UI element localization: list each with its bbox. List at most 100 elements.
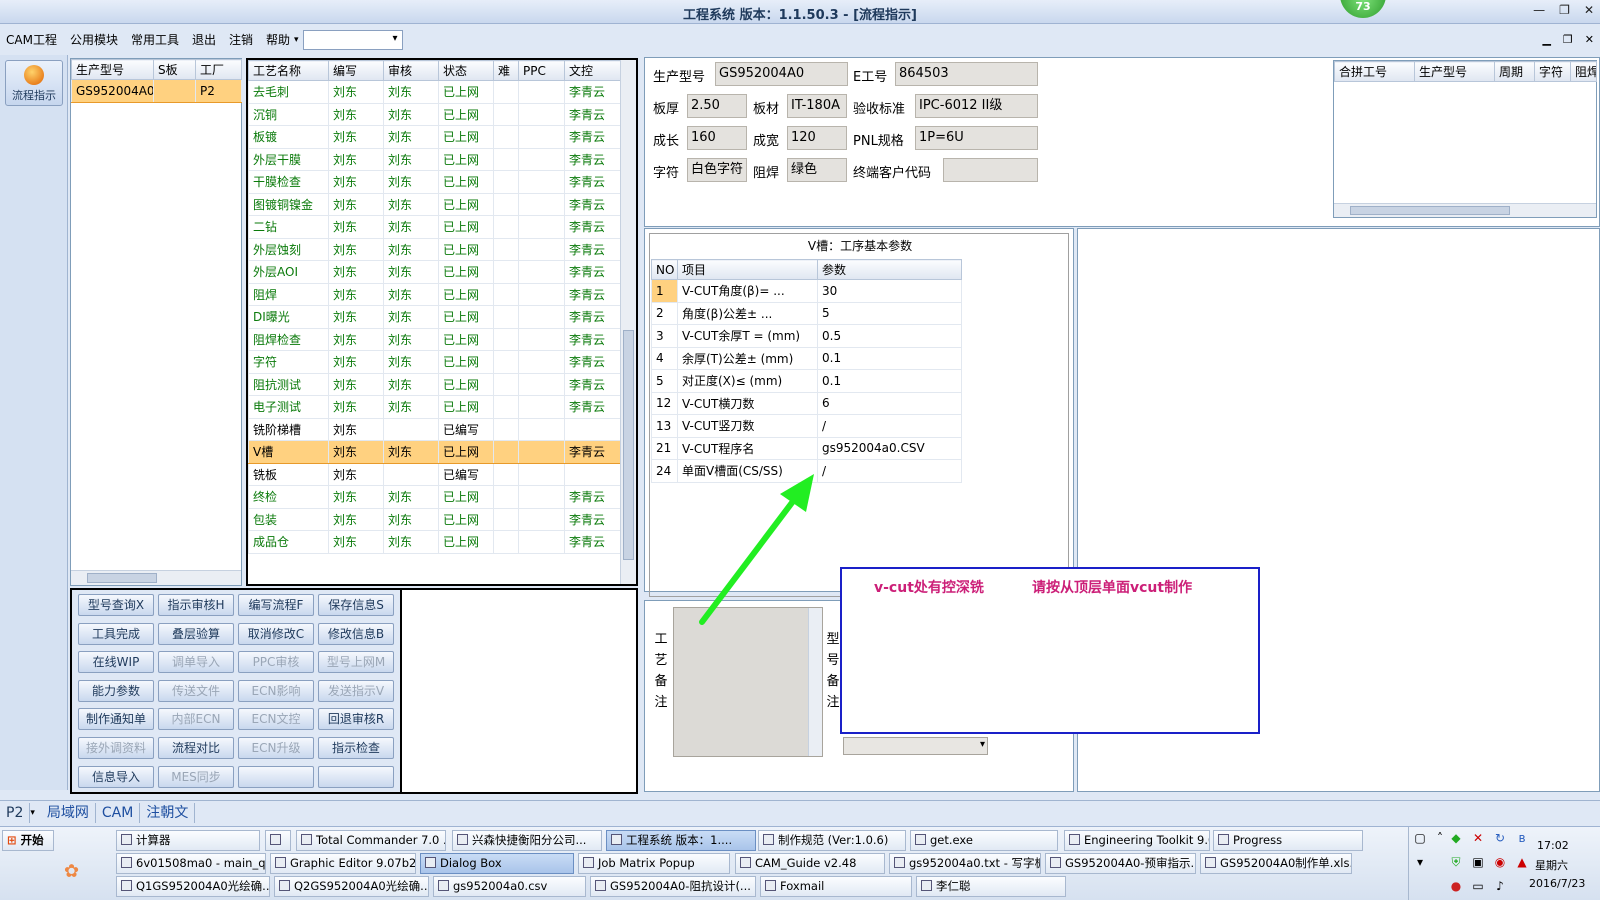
table-row[interactable]: 12 V-CUT横刀数 6 <box>651 391 962 415</box>
column-header[interactable]: 周期 <box>1494 61 1535 82</box>
clock-time[interactable]: 17:02 <box>1537 839 1569 852</box>
action-button[interactable]: MES同步 <box>158 765 234 788</box>
action-button[interactable]: 编写流程F <box>238 594 314 616</box>
chevron-down-icon[interactable]: ▾ <box>980 739 985 750</box>
column-header[interactable]: 状态 <box>438 60 494 81</box>
column-header[interactable]: 工艺名称 <box>248 60 329 81</box>
mdi-restore-icon[interactable]: ❐ <box>1563 33 1573 46</box>
column-header[interactable]: PPC <box>518 60 565 81</box>
action-button[interactable]: 修改信息B <box>318 622 394 645</box>
action-button[interactable]: 指示审核H <box>158 594 234 616</box>
taskbar-button[interactable] <box>265 830 291 851</box>
table-row[interactable]: 板镀 刘东 刘东 已上网 李青云 <box>248 125 621 149</box>
menu-help[interactable]: 帮助 <box>266 31 290 48</box>
tab-cam[interactable]: CAM <box>96 802 141 823</box>
taskbar-button[interactable]: Total Commander 7.0 ... <box>296 830 446 851</box>
table-row[interactable]: 终检 刘东 刘东 已上网 李青云 <box>248 485 621 509</box>
action-button[interactable]: 叠层验算 <box>158 622 234 645</box>
menu-logout[interactable]: 注销 <box>229 31 253 48</box>
taskbar-button[interactable]: Engineering Toolkit 9.0... <box>1064 830 1210 851</box>
table-row[interactable]: 外层AOI 刘东 刘东 已上网 李青云 <box>248 260 621 284</box>
action-button[interactable]: 在线WIP <box>78 651 154 674</box>
bluetooth-icon[interactable]: ʙ <box>1515 831 1529 845</box>
menu-exit[interactable]: 退出 <box>192 31 216 48</box>
maximize-icon[interactable]: ❐ <box>1559 3 1570 17</box>
menu-cam[interactable]: CAM工程 <box>6 31 57 48</box>
action-button[interactable]: 型号查询X <box>78 594 154 616</box>
action-button[interactable]: 制作通知单 <box>78 708 154 731</box>
process-grid-vscroll[interactable] <box>620 60 636 584</box>
table-row[interactable]: 去毛刺 刘东 刘东 已上网 李青云 <box>248 80 621 104</box>
column-header[interactable]: 审核 <box>383 60 439 81</box>
taskbar-button[interactable]: 工程系统 版本：1.... <box>606 830 756 851</box>
table-row[interactable]: 包装 刘东 刘东 已上网 李青云 <box>248 507 621 531</box>
model-remarks-combo[interactable]: ▾ <box>843 737 988 755</box>
action-button[interactable]: 接外调资料 <box>78 737 154 759</box>
model-grid-hscroll[interactable] <box>71 570 241 585</box>
e-number-field[interactable]: 864503 <box>895 62 1038 86</box>
taskbar-button[interactable]: Graphic Editor 9.07b2 (... <box>270 853 416 874</box>
material-field[interactable]: IT-180A <box>787 94 847 118</box>
taskbar-button[interactable]: get.exe <box>910 830 1058 851</box>
column-header[interactable]: 生产型号 <box>71 59 154 80</box>
column-header[interactable]: 阻焊 <box>1570 61 1597 82</box>
tray-app4-icon[interactable]: ● <box>1449 879 1463 893</box>
table-row[interactable]: 3 V-CUT余厚T = (mm) 0.5 <box>651 324 962 348</box>
action-button[interactable]: ECN影响 <box>238 679 314 702</box>
taskbar-button[interactable]: GS952004A0制作单.xls... <box>1200 853 1352 874</box>
column-header[interactable]: 难 <box>493 60 519 81</box>
table-row[interactable]: V槽 刘东 刘东 已上网 李青云 <box>248 440 621 464</box>
width-field[interactable]: 120 <box>787 126 847 150</box>
combine-grid-hscroll[interactable] <box>1334 203 1596 217</box>
quick-launch-icon[interactable]: ✿ <box>64 861 86 883</box>
scroll-thumb[interactable] <box>623 330 634 560</box>
taskbar-button[interactable]: gs952004a0.csv <box>433 876 586 897</box>
column-header[interactable]: S板 <box>153 59 196 80</box>
table-row[interactable]: 铣阶梯槽 刘东 已编写 <box>248 417 621 441</box>
tray-expand-icon[interactable]: ▾ <box>1413 855 1427 869</box>
table-row[interactable]: 二钻 刘东 刘东 已上网 李青云 <box>248 215 621 239</box>
action-button[interactable]: 工具完成 <box>78 622 154 645</box>
action-button[interactable]: 取消修改C <box>238 622 314 645</box>
taskbar-button[interactable]: Foxmail <box>760 876 912 897</box>
tray-close-icon[interactable]: ✕ <box>1471 831 1485 845</box>
action-button[interactable]: ECN文控 <box>238 708 314 731</box>
mask-field[interactable]: 绿色 <box>787 158 847 182</box>
minimize-icon[interactable]: — <box>1533 3 1545 17</box>
taskbar-button[interactable]: CAM_Guide v2.48 <box>735 853 885 874</box>
table-row[interactable]: GS952004A0 P2 <box>71 79 242 103</box>
table-row[interactable]: 成品仓 刘东 刘东 已上网 李青云 <box>248 530 621 554</box>
taskbar-button[interactable]: Progress <box>1213 830 1363 851</box>
scroll-thumb[interactable] <box>1350 206 1510 215</box>
taskbar-button[interactable]: GS952004A0-阻抗设计(... <box>590 876 756 897</box>
table-row[interactable]: 2 角度(β)公差± ... 5 <box>651 301 962 325</box>
network-icon[interactable]: ▢ <box>1413 831 1427 845</box>
column-header[interactable]: 文控 <box>564 60 621 81</box>
shield-icon[interactable]: ⛨ <box>1449 855 1463 869</box>
char-field[interactable]: 白色字符 <box>687 158 747 182</box>
tab-lan[interactable]: 局域网 <box>41 802 96 823</box>
action-button[interactable]: 传送文件 <box>158 679 234 702</box>
tab-factory-p2[interactable]: P2 <box>0 802 31 823</box>
length-field[interactable]: 160 <box>687 126 747 150</box>
taskbar-button[interactable]: 李仁聪 <box>916 876 1066 897</box>
table-row[interactable]: 21 V-CUT程序名 gs952004a0.CSV <box>651 436 962 460</box>
volume-icon[interactable]: ♪ <box>1493 879 1507 893</box>
table-row[interactable]: 铣板 刘东 已编写 <box>248 462 621 486</box>
table-row[interactable]: 13 V-CUT竖刀数 / <box>651 414 962 438</box>
column-header[interactable]: 合拼工号 <box>1334 61 1415 82</box>
pnl-field[interactable]: 1P=6U <box>915 126 1038 150</box>
mdi-minimize-icon[interactable]: ▁ <box>1542 33 1550 46</box>
taskbar-button[interactable]: GS952004A0-预审指示... <box>1045 853 1196 874</box>
action-button[interactable]: ECN升级 <box>238 737 314 759</box>
action-button[interactable]: 保存信息S <box>318 594 394 616</box>
tray-refresh-icon[interactable]: ↻ <box>1493 831 1507 845</box>
customer-field[interactable] <box>943 158 1038 182</box>
action-button[interactable]: 能力参数 <box>78 679 154 702</box>
taskbar-button[interactable]: Dialog Box <box>420 853 574 874</box>
monitor-icon[interactable]: ▭ <box>1471 879 1485 893</box>
tray-app-icon[interactable]: ◆ <box>1449 831 1463 845</box>
chevron-down-icon[interactable]: ▾ <box>30 808 35 818</box>
taskbar-button[interactable]: Q2GS952004A0光绘确... <box>274 876 429 897</box>
menu-common-modules[interactable]: 公用模块 <box>70 31 118 48</box>
